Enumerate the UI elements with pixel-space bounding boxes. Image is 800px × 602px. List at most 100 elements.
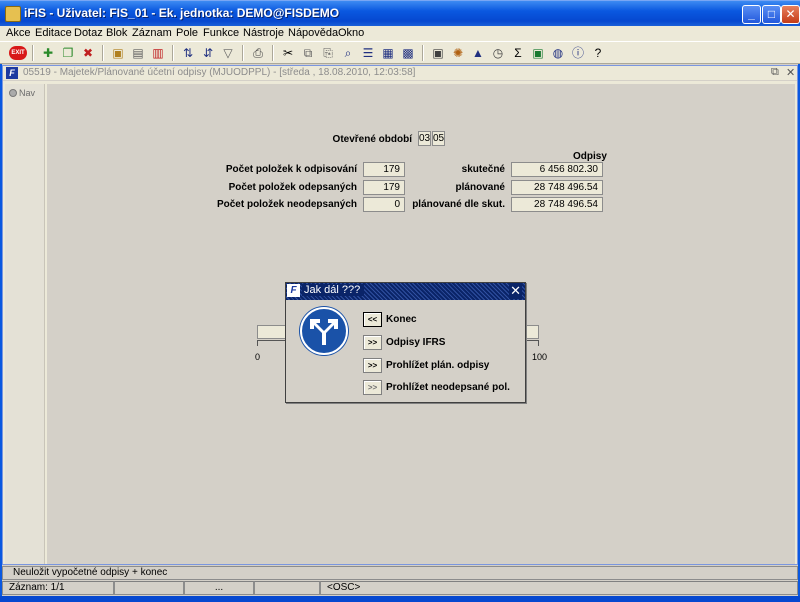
chart-icon[interactable]: ▲: [470, 45, 486, 61]
exit-button[interactable]: EXIT: [9, 46, 27, 60]
toolbar-separator: [422, 45, 424, 61]
search-icon[interactable]: ⌕: [340, 45, 356, 61]
restore-icon[interactable]: ⧉: [771, 66, 779, 79]
menu-akce[interactable]: Akce: [6, 27, 30, 39]
count-not-depreciated-label: Počet položek neodepsaných: [216, 199, 357, 210]
period-label: Otevřené období: [332, 134, 412, 145]
menu-pole[interactable]: Pole: [176, 27, 198, 39]
child-titlebar[interactable]: F 05519 - Majetek/Plánované účetní odpis…: [3, 66, 797, 81]
excel-icon[interactable]: ▣: [530, 45, 546, 61]
clock-icon[interactable]: ◷: [490, 45, 506, 61]
calculator-icon[interactable]: ▣: [430, 45, 446, 61]
count-to-depreciate-field[interactable]: 179: [363, 162, 405, 177]
browser-icon[interactable]: ◍: [550, 45, 566, 61]
cut-icon[interactable]: ✂: [280, 45, 296, 61]
toolbar-separator: [32, 45, 34, 61]
progress-min-label: 0: [255, 352, 261, 362]
progress-max-label: 100: [532, 352, 548, 362]
query-execute-icon[interactable]: ▤: [130, 45, 146, 61]
grid-icon[interactable]: ▩: [400, 45, 416, 61]
sort-desc-icon[interactable]: ⇵: [200, 45, 216, 61]
toolbar-separator: [272, 45, 274, 61]
menu-napoveda[interactable]: Nápověda: [288, 27, 338, 39]
help-icon[interactable]: ?: [590, 45, 606, 61]
status-cell-4: [254, 581, 320, 595]
planned-value-field[interactable]: 28 748 496.54: [511, 180, 603, 195]
fork-arrows-icon: [300, 307, 348, 355]
menu-nastroje[interactable]: Nástroje: [243, 27, 284, 39]
ifis-logo-icon: F: [287, 284, 300, 297]
planned-label: plánované: [455, 182, 505, 193]
actual-value-field[interactable]: 6 456 802.30: [511, 162, 603, 177]
list-values-icon[interactable]: ☰: [360, 45, 376, 61]
duplicate-record-icon[interactable]: ❐: [60, 45, 76, 61]
konec-label: Konec: [386, 314, 417, 325]
menu-editace[interactable]: Editace: [35, 27, 72, 39]
dialog-close-icon[interactable]: ✕: [509, 283, 522, 299]
menu-dotaz[interactable]: Dotaz: [74, 27, 103, 39]
count-depreciated-label: Počet položek odepsaných: [228, 182, 357, 193]
menu-blok[interactable]: Blok: [106, 27, 127, 39]
columns-icon[interactable]: ▦: [380, 45, 396, 61]
toolbar: EXIT ✚ ❐ ✖ ▣ ▤ ▥ ⇅ ⇵ ▽ ⎙ ✂ ⧉ ⎘ ⌕ ☰ ▦ ▩ ▣…: [0, 42, 800, 64]
record-indicator: Záznam: 1/1: [2, 581, 114, 595]
sum-icon[interactable]: Σ: [510, 45, 526, 61]
dialog-titlebar[interactable]: F Jak dál ??? ✕: [286, 283, 525, 300]
copy-icon[interactable]: ⧉: [300, 45, 316, 61]
new-record-icon[interactable]: ✚: [40, 45, 56, 61]
status-cell-2: [114, 581, 184, 595]
nav-label: Nav: [19, 88, 36, 98]
query-cancel-icon[interactable]: ▥: [150, 45, 166, 61]
child-close-icon[interactable]: ✕: [786, 66, 795, 79]
jak-dal-dialog: F Jak dál ??? ✕ << Konec >> Odpisy IFRS …: [285, 282, 526, 403]
ifis-logo-icon: F: [6, 67, 18, 79]
dialog-title: Jak dál ???: [302, 284, 365, 296]
nav-panel: Nav: [5, 84, 45, 564]
prohlizet-plan-button[interactable]: >>: [363, 358, 382, 373]
menu-okno[interactable]: Okno: [338, 27, 364, 39]
maximize-button[interactable]: □: [762, 5, 781, 24]
nav-dot-icon: [9, 89, 17, 97]
query-enter-icon[interactable]: ▣: [110, 45, 126, 61]
odpisy-header: Odpisy: [573, 151, 607, 162]
count-not-depreciated-field[interactable]: 0: [363, 197, 405, 212]
child-title: 05519 - Majetek/Plánované účetní odpisy …: [23, 67, 416, 78]
konec-button[interactable]: <<: [363, 312, 382, 327]
sort-asc-icon[interactable]: ⇅: [180, 45, 196, 61]
close-button[interactable]: ✕: [781, 5, 800, 24]
window-titlebar[interactable]: iFIS - Uživatel: FIS_01 - Ek. jednotka: …: [0, 0, 800, 26]
toolbar-separator: [172, 45, 174, 61]
window-title: iFIS - Uživatel: FIS_01 - Ek. jednotka: …: [24, 6, 340, 20]
menu-funkce[interactable]: Funkce: [203, 27, 239, 39]
actual-label: skutečné: [461, 164, 505, 175]
planned-by-actual-label: plánované dle skut.: [412, 199, 505, 210]
osc-indicator: <OSC>: [320, 581, 798, 595]
prohlizet-neodepsane-label: Prohlížet neodepsané pol.: [386, 382, 510, 393]
toolbar-separator: [102, 45, 104, 61]
print-icon[interactable]: ⎙: [250, 45, 266, 61]
status-cell-3: ...: [184, 581, 254, 595]
status-bar: Záznam: 1/1 ... <OSC>: [2, 581, 798, 595]
count-to-depreciate-label: Počet položek k odpisování: [225, 164, 357, 175]
toolbar-separator: [242, 45, 244, 61]
prohlizet-plan-label: Prohlížet plán. odpisy: [386, 360, 490, 371]
odpisy-ifrs-button[interactable]: >>: [363, 335, 382, 350]
period-month-field[interactable]: 03: [418, 131, 431, 146]
count-depreciated-field[interactable]: 179: [363, 180, 405, 195]
odpisy-ifrs-label: Odpisy IFRS: [386, 337, 446, 348]
delete-record-icon[interactable]: ✖: [80, 45, 96, 61]
window-border-bottom: [0, 596, 800, 602]
filter-icon[interactable]: ▽: [220, 45, 236, 61]
app-icon: [5, 6, 21, 22]
period-number-field[interactable]: 05: [432, 131, 445, 146]
nav-button[interactable]: Nav: [9, 88, 35, 98]
hint-line: Neuložit vypočetné odpisy + konec: [2, 566, 798, 580]
paste-icon[interactable]: ⎘: [320, 45, 336, 61]
info-icon[interactable]: ⓘ: [570, 45, 586, 61]
prohlizet-neodepsane-button[interactable]: >>: [363, 380, 382, 395]
settings-icon[interactable]: ✺: [450, 45, 466, 61]
menubar: Akce Editace Dotaz Blok Záznam Pole Funk…: [0, 26, 800, 42]
planned-by-actual-field[interactable]: 28 748 496.54: [511, 197, 603, 212]
minimize-button[interactable]: _: [742, 5, 761, 24]
menu-zaznam[interactable]: Záznam: [132, 27, 172, 39]
